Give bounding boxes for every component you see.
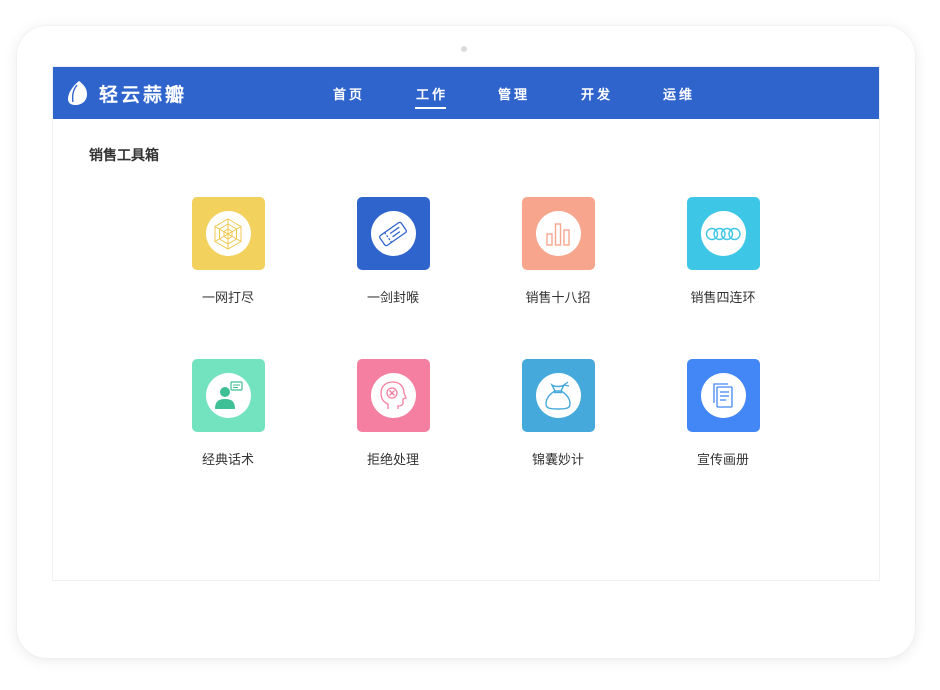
tool-icon-tile xyxy=(686,359,760,432)
tool-label: 一网打尽 xyxy=(201,291,254,306)
tool-item-bag[interactable]: 锦囊妙计 xyxy=(498,359,618,468)
head-reject-icon xyxy=(380,380,407,409)
tool-label: 销售十八招 xyxy=(525,291,591,306)
tool-label: 锦囊妙计 xyxy=(531,453,584,468)
tool-icon-tile xyxy=(686,197,760,270)
tool-item-chart[interactable]: 销售十八招 xyxy=(498,197,618,306)
tool-label: 销售四连环 xyxy=(690,291,756,306)
bar-chart-icon xyxy=(546,222,570,246)
money-bag-icon xyxy=(545,380,571,410)
tool-label: 经典话术 xyxy=(201,453,254,468)
linked-rings-icon xyxy=(705,227,741,240)
nav-home[interactable]: 首页 xyxy=(333,84,365,103)
nav-develop[interactable]: 开发 xyxy=(581,84,613,103)
camera-dot xyxy=(461,46,467,52)
tool-icon-tile xyxy=(356,359,430,432)
garlic-clove-icon xyxy=(68,81,87,105)
section-title: 销售工具箱 xyxy=(89,148,159,164)
tool-icon-tile xyxy=(356,197,430,270)
speaker-person-icon xyxy=(215,380,243,409)
brochure-icon xyxy=(713,382,733,408)
app-screen: 轻云蒜瓣 首页 工作 管理 开发 运维 销售工具箱 一网打尽 一剑封喉 销售十八… xyxy=(52,66,880,581)
tool-item-ticket[interactable]: 一剑封喉 xyxy=(333,197,453,306)
tool-item-web[interactable]: 一网打尽 xyxy=(168,197,288,306)
tablet-frame: 轻云蒜瓣 首页 工作 管理 开发 运维 销售工具箱 一网打尽 一剑封喉 销售十八… xyxy=(17,26,915,658)
tool-icon-tile xyxy=(521,359,595,432)
app-logo[interactable]: 轻云蒜瓣 xyxy=(65,79,187,107)
ticket-icon xyxy=(379,221,407,246)
tool-item-reject[interactable]: 拒绝处理 xyxy=(333,359,453,468)
tool-label: 一剑封喉 xyxy=(366,291,419,306)
nav-manage[interactable]: 管理 xyxy=(498,84,530,103)
tool-item-rings[interactable]: 销售四连环 xyxy=(663,197,783,306)
tool-label: 拒绝处理 xyxy=(366,453,419,468)
tool-icon-tile xyxy=(521,197,595,270)
tool-icon-tile xyxy=(191,197,265,270)
tool-icon-tile xyxy=(191,359,265,432)
tool-item-speech[interactable]: 经典话术 xyxy=(168,359,288,468)
nav-ops[interactable]: 运维 xyxy=(663,84,695,103)
tool-item-brochure[interactable]: 宣传画册 xyxy=(663,359,783,468)
app-name: 轻云蒜瓣 xyxy=(99,83,188,106)
top-navbar: 轻云蒜瓣 首页 工作 管理 开发 运维 xyxy=(53,67,879,119)
tool-label: 宣传画册 xyxy=(696,453,749,468)
nav-work[interactable]: 工作 xyxy=(414,84,448,109)
web-net-icon xyxy=(214,217,242,250)
